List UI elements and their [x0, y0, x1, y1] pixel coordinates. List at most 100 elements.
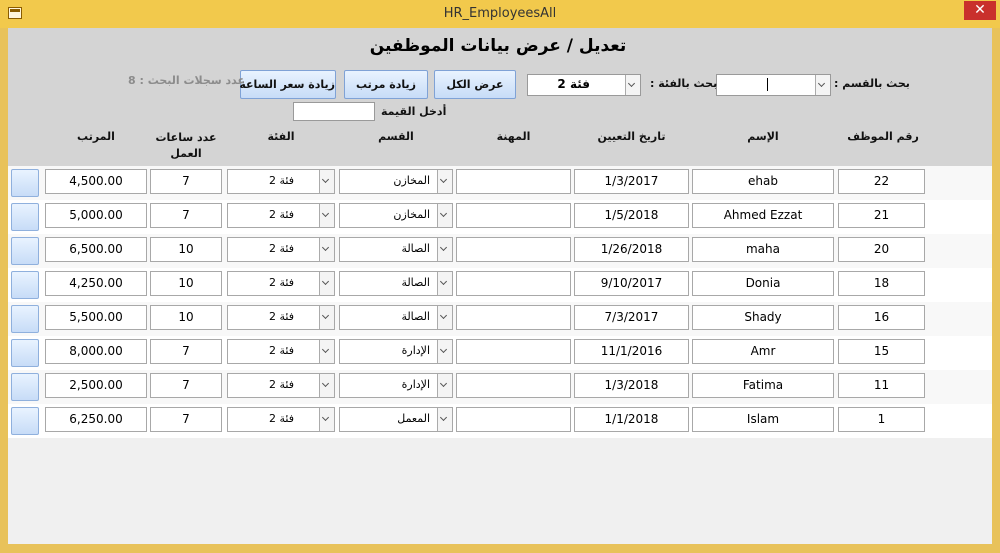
- dept-combo[interactable]: المخازن: [339, 169, 453, 194]
- chevron-down-icon[interactable]: [319, 408, 334, 431]
- job-field[interactable]: [456, 237, 571, 262]
- emp-no-field[interactable]: 22: [838, 169, 925, 194]
- name-field[interactable]: Donia: [692, 271, 834, 296]
- chevron-down-icon[interactable]: [437, 340, 452, 363]
- dept-combo[interactable]: الصالة: [339, 305, 453, 330]
- class-combo[interactable]: فئة 2: [227, 305, 335, 330]
- emp-no-field[interactable]: 11: [838, 373, 925, 398]
- hours-field[interactable]: 10: [150, 305, 222, 330]
- show-all-button[interactable]: عرض الكل: [434, 70, 516, 99]
- chevron-down-icon[interactable]: [437, 204, 452, 227]
- chevron-down-icon[interactable]: [319, 238, 334, 261]
- name-field[interactable]: Islam: [692, 407, 834, 432]
- class-combo[interactable]: فئة 2: [227, 203, 335, 228]
- chevron-down-icon[interactable]: [319, 272, 334, 295]
- chevron-down-icon[interactable]: [319, 340, 334, 363]
- hire-date-field[interactable]: 1/1/2018: [574, 407, 689, 432]
- class-combo[interactable]: فئة 2: [227, 169, 335, 194]
- emp-no-field[interactable]: 21: [838, 203, 925, 228]
- enter-value-input[interactable]: [293, 102, 375, 121]
- dept-combo[interactable]: الصالة: [339, 271, 453, 296]
- chevron-down-icon[interactable]: [319, 204, 334, 227]
- table-row: 11 Fatima 1/3/2018 الإدارة فئة 2 7 2,500…: [8, 370, 992, 404]
- search-dept-combo[interactable]: [716, 74, 831, 96]
- job-field[interactable]: [456, 305, 571, 330]
- edit-record-button[interactable]: [11, 203, 39, 231]
- chevron-down-icon[interactable]: [437, 408, 452, 431]
- name-field[interactable]: Shady: [692, 305, 834, 330]
- chevron-down-icon[interactable]: [437, 306, 452, 329]
- edit-record-button[interactable]: [11, 169, 39, 197]
- salary-field[interactable]: 6,250.00: [45, 407, 147, 432]
- name-field[interactable]: Amr: [692, 339, 834, 364]
- chevron-down-icon[interactable]: [815, 75, 830, 95]
- hours-field[interactable]: 7: [150, 373, 222, 398]
- emp-no-field[interactable]: 16: [838, 305, 925, 330]
- chevron-down-icon[interactable]: [437, 238, 452, 261]
- chevron-down-icon[interactable]: [319, 374, 334, 397]
- edit-record-button[interactable]: [11, 271, 39, 299]
- salary-field[interactable]: 5,500.00: [45, 305, 147, 330]
- class-combo[interactable]: فئة 2: [227, 237, 335, 262]
- dept-combo[interactable]: المخازن: [339, 203, 453, 228]
- close-button[interactable]: ✕: [964, 1, 996, 20]
- emp-no-field[interactable]: 20: [838, 237, 925, 262]
- hours-field[interactable]: 7: [150, 339, 222, 364]
- raise-salary-button[interactable]: زيادة مرتب: [344, 70, 428, 99]
- emp-no-field[interactable]: 15: [838, 339, 925, 364]
- chevron-down-icon[interactable]: [437, 374, 452, 397]
- table-row: 20 maha 1/26/2018 الصالة فئة 2 10 6,500.…: [8, 234, 992, 268]
- chevron-down-icon[interactable]: [437, 170, 452, 193]
- class-combo[interactable]: فئة 2: [227, 407, 335, 432]
- salary-field[interactable]: 8,000.00: [45, 339, 147, 364]
- chevron-down-icon[interactable]: [625, 75, 640, 95]
- hire-date-field[interactable]: 1/26/2018: [574, 237, 689, 262]
- hours-field[interactable]: 10: [150, 271, 222, 296]
- hours-field[interactable]: 10: [150, 237, 222, 262]
- hire-date-field[interactable]: 1/5/2018: [574, 203, 689, 228]
- table-row: 21 Ahmed Ezzat 1/5/2018 المخازن فئة 2 7 …: [8, 200, 992, 234]
- salary-field[interactable]: 5,000.00: [45, 203, 147, 228]
- dept-combo[interactable]: الإدارة: [339, 373, 453, 398]
- name-field[interactable]: ehab: [692, 169, 834, 194]
- salary-field[interactable]: 4,500.00: [45, 169, 147, 194]
- name-field[interactable]: Ahmed Ezzat: [692, 203, 834, 228]
- emp-no-field[interactable]: 1: [838, 407, 925, 432]
- edit-record-button[interactable]: [11, 305, 39, 333]
- edit-record-button[interactable]: [11, 339, 39, 367]
- salary-field[interactable]: 2,500.00: [45, 373, 147, 398]
- chevron-down-icon[interactable]: [319, 306, 334, 329]
- search-class-combo[interactable]: فئة 2: [527, 74, 641, 96]
- edit-record-button[interactable]: [11, 237, 39, 265]
- job-field[interactable]: [456, 339, 571, 364]
- chevron-down-icon[interactable]: [437, 272, 452, 295]
- dept-combo[interactable]: المعمل: [339, 407, 453, 432]
- class-combo[interactable]: فئة 2: [227, 373, 335, 398]
- salary-field[interactable]: 4,250.00: [45, 271, 147, 296]
- hours-field[interactable]: 7: [150, 169, 222, 194]
- salary-field[interactable]: 6,500.00: [45, 237, 147, 262]
- job-field[interactable]: [456, 373, 571, 398]
- hours-field[interactable]: 7: [150, 407, 222, 432]
- raise-hour-rate-button[interactable]: زيادة سعر الساعة: [239, 70, 336, 99]
- name-field[interactable]: maha: [692, 237, 834, 262]
- hire-date-field[interactable]: 9/10/2017: [574, 271, 689, 296]
- name-field[interactable]: Fatima: [692, 373, 834, 398]
- class-combo[interactable]: فئة 2: [227, 339, 335, 364]
- job-field[interactable]: [456, 407, 571, 432]
- chevron-down-icon[interactable]: [319, 170, 334, 193]
- emp-no-field[interactable]: 18: [838, 271, 925, 296]
- dept-combo[interactable]: الإدارة: [339, 339, 453, 364]
- edit-record-button[interactable]: [11, 407, 39, 435]
- edit-record-button[interactable]: [11, 373, 39, 401]
- hire-date-field[interactable]: 1/3/2018: [574, 373, 689, 398]
- job-field[interactable]: [456, 271, 571, 296]
- class-combo[interactable]: فئة 2: [227, 271, 335, 296]
- hire-date-field[interactable]: 11/1/2016: [574, 339, 689, 364]
- job-field[interactable]: [456, 169, 571, 194]
- hire-date-field[interactable]: 1/3/2017: [574, 169, 689, 194]
- job-field[interactable]: [456, 203, 571, 228]
- dept-combo[interactable]: الصالة: [339, 237, 453, 262]
- hours-field[interactable]: 7: [150, 203, 222, 228]
- hire-date-field[interactable]: 7/3/2017: [574, 305, 689, 330]
